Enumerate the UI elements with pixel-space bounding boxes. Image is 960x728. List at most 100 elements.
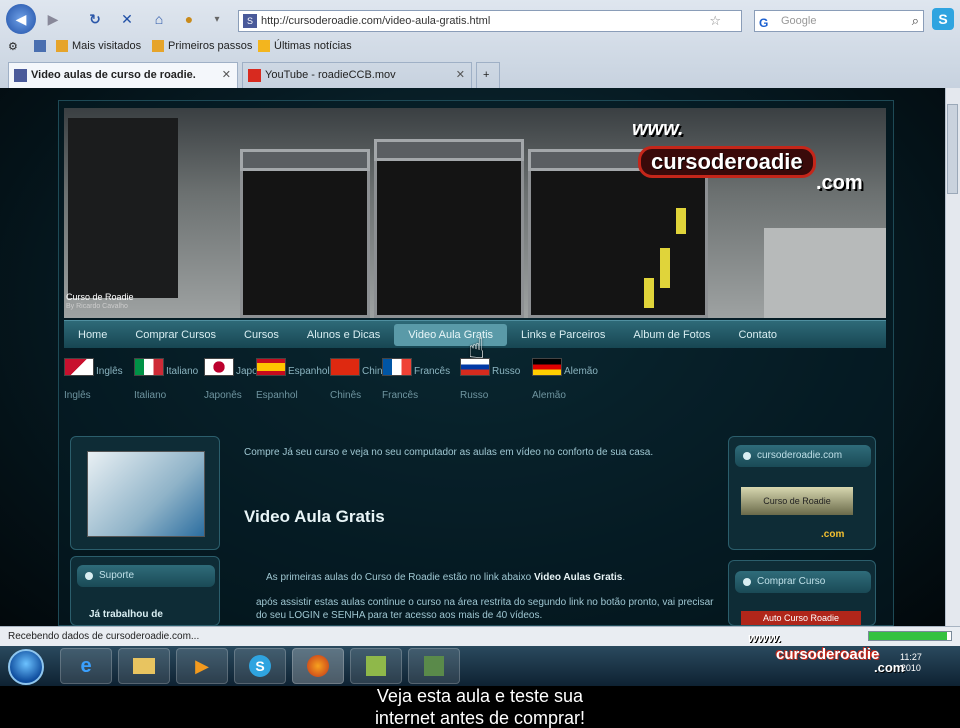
folder-icon[interactable] bbox=[118, 648, 170, 684]
brand-www: www. bbox=[632, 118, 684, 140]
dark-case bbox=[68, 118, 178, 298]
lang-name: Italiano bbox=[166, 366, 199, 377]
browser-chrome: ◀ ▶ ↻ ✕ ⌂ ● ▾ S http://cursoderoadie.com… bbox=[0, 0, 960, 88]
lang-french[interactable]: Francês Francês bbox=[382, 358, 452, 401]
lang-name: Alemão bbox=[564, 366, 598, 377]
navigation-bar: ◀ ▶ ↻ ✕ ⌂ ● ▾ S http://cursoderoadie.com… bbox=[0, 4, 960, 34]
menu-item-home[interactable]: Home bbox=[64, 329, 121, 341]
app-icon[interactable] bbox=[350, 648, 402, 684]
lang-italian[interactable]: Italiano Italiano bbox=[134, 358, 204, 401]
site-banner bbox=[64, 108, 886, 318]
menu-item-cursos[interactable]: Cursos bbox=[230, 329, 293, 341]
road-case bbox=[240, 149, 370, 318]
address-bar[interactable]: S http://cursoderoadie.com/video-aula-gr… bbox=[238, 10, 742, 32]
system-clock[interactable]: 11:27 2010 bbox=[900, 652, 922, 674]
addon-icon[interactable]: ● bbox=[178, 8, 200, 30]
tab-video-aulas[interactable]: Video aulas de curso de roadie. ✕ bbox=[8, 62, 238, 88]
buy-banner[interactable]: Auto Curso Roadie bbox=[741, 611, 861, 625]
firefox-icon[interactable] bbox=[292, 648, 344, 684]
status-text: Recebendo dados de cursoderoadie.com... bbox=[8, 631, 200, 642]
new-tab-button[interactable]: + bbox=[476, 62, 500, 88]
video-aulas-link[interactable]: Video Aulas Gratis bbox=[534, 572, 622, 583]
menu-item-video-aula-gratis[interactable]: Video Aula Gratis bbox=[394, 323, 508, 346]
bookmark-label: Primeiros passos bbox=[168, 40, 253, 52]
support-box-header: Suporte bbox=[77, 565, 215, 587]
lang-label: Francês bbox=[382, 390, 419, 401]
bookmark-label: Últimas notícias bbox=[274, 40, 352, 52]
tab-youtube[interactable]: YouTube - roadieCCB.mov ✕ bbox=[242, 62, 472, 88]
bookmarks-bar: ⚙ Mais visitados Primeiros passos Última… bbox=[0, 38, 960, 58]
buy-box: Comprar Curso Auto Curso Roadie bbox=[728, 560, 876, 626]
search-placeholder: Google bbox=[781, 15, 817, 27]
skype-icon[interactable]: S bbox=[932, 8, 954, 30]
support-box-text: Já trabalhou de bbox=[89, 609, 163, 620]
bookmark-star-icon[interactable]: ☆ bbox=[709, 11, 721, 31]
tab-label: YouTube - roadieCCB.mov bbox=[265, 69, 396, 81]
bookmark-folder-icon[interactable] bbox=[34, 40, 46, 52]
forward-arrow-icon[interactable]: ▶ bbox=[42, 8, 64, 30]
intro-text: Compre Já seu curso e veja no seu comput… bbox=[244, 447, 654, 458]
lang-spanish[interactable]: Espanhol Espanhol bbox=[256, 358, 330, 401]
support-box: Suporte Já trabalhou de bbox=[70, 556, 220, 626]
menu-item-album-fotos[interactable]: Album de Fotos bbox=[619, 329, 724, 341]
banner-caption-sub: By Ricardo Cavalho bbox=[66, 303, 128, 310]
flag-icon bbox=[134, 358, 164, 376]
close-icon[interactable]: ✕ bbox=[456, 63, 465, 87]
tab-label: Video aulas de curso de roadie. bbox=[31, 69, 196, 81]
flag-icon bbox=[64, 358, 94, 376]
settings-gear-icon[interactable]: ⚙ bbox=[8, 40, 18, 53]
stop-icon[interactable]: ✕ bbox=[116, 8, 138, 30]
brand-name: cursoderoadie bbox=[638, 146, 816, 178]
back-arrow-icon[interactable]: ◀ bbox=[6, 4, 36, 34]
menu-item-contato[interactable]: Contato bbox=[724, 329, 791, 341]
dropdown-chevron-icon[interactable]: ▾ bbox=[206, 8, 228, 30]
brand-com: .com bbox=[816, 172, 863, 194]
promo-com: .com bbox=[821, 529, 845, 540]
lang-label: Chinês bbox=[330, 390, 362, 401]
youtube-icon bbox=[248, 69, 261, 82]
bookmark-item[interactable]: Mais visitados bbox=[56, 40, 141, 52]
banner-caption: Curso de Roadie By Ricardo Cavalho bbox=[66, 292, 134, 312]
clock-time: 11:27 bbox=[900, 652, 922, 662]
status-bar: Recebendo dados de cursoderoadie.com... bbox=[0, 626, 960, 646]
bookmark-icon bbox=[152, 40, 164, 52]
menu-item-alunos-dicas[interactable]: Alunos e Dicas bbox=[293, 329, 394, 341]
home-icon[interactable]: ⌂ bbox=[148, 8, 170, 30]
lang-name: Russo bbox=[492, 366, 521, 377]
content-title: Video Aula Gratis bbox=[244, 507, 385, 526]
content-paragraph-1: As primeiras aulas do Curso de Roadie es… bbox=[266, 572, 626, 583]
lang-label: Espanhol bbox=[256, 390, 298, 401]
menu-item-comprar-cursos[interactable]: Comprar Cursos bbox=[121, 329, 230, 341]
support-photo[interactable] bbox=[87, 451, 205, 537]
lang-english[interactable]: Inglês Inglês bbox=[64, 358, 134, 401]
bookmark-item[interactable]: Últimas notícias bbox=[258, 40, 352, 52]
lang-label: Alemão bbox=[532, 390, 566, 401]
case-marking bbox=[660, 248, 670, 288]
lang-russian[interactable]: Russo Russo bbox=[460, 358, 530, 401]
flag-icon bbox=[382, 358, 412, 376]
lang-label: Russo bbox=[460, 390, 489, 401]
bookmark-item[interactable]: Primeiros passos bbox=[152, 40, 252, 52]
scrollbar-thumb[interactable] bbox=[947, 104, 958, 194]
start-button[interactable] bbox=[8, 649, 44, 685]
rss-icon bbox=[258, 40, 270, 52]
search-box[interactable]: G Google ⌕ bbox=[754, 10, 924, 32]
menu-item-links-parceiros[interactable]: Links e Parceiros bbox=[507, 329, 619, 341]
close-icon[interactable]: ✕ bbox=[222, 63, 231, 87]
watermark-www: www. bbox=[748, 630, 782, 645]
lang-german[interactable]: Alemão Alemão bbox=[532, 358, 602, 401]
flag-icon bbox=[330, 358, 360, 376]
search-icon[interactable]: ⌕ bbox=[912, 11, 919, 31]
lang-name: Francês bbox=[414, 366, 451, 377]
skype-icon[interactable]: S bbox=[234, 648, 286, 684]
support-image-box bbox=[70, 436, 220, 550]
app-icon[interactable] bbox=[408, 648, 460, 684]
progress-fill bbox=[869, 632, 947, 640]
reload-icon[interactable]: ↻ bbox=[84, 8, 106, 30]
internet-explorer-icon[interactable]: e bbox=[60, 648, 112, 684]
media-player-icon[interactable]: ▶ bbox=[176, 648, 228, 684]
site-favicon-icon: S bbox=[243, 14, 257, 28]
promo-box-header: cursoderoadie.com bbox=[735, 445, 871, 467]
promo-box: cursoderoadie.com Curso de Roadie .com bbox=[728, 436, 876, 550]
promo-banner[interactable]: Curso de Roadie bbox=[741, 487, 853, 515]
